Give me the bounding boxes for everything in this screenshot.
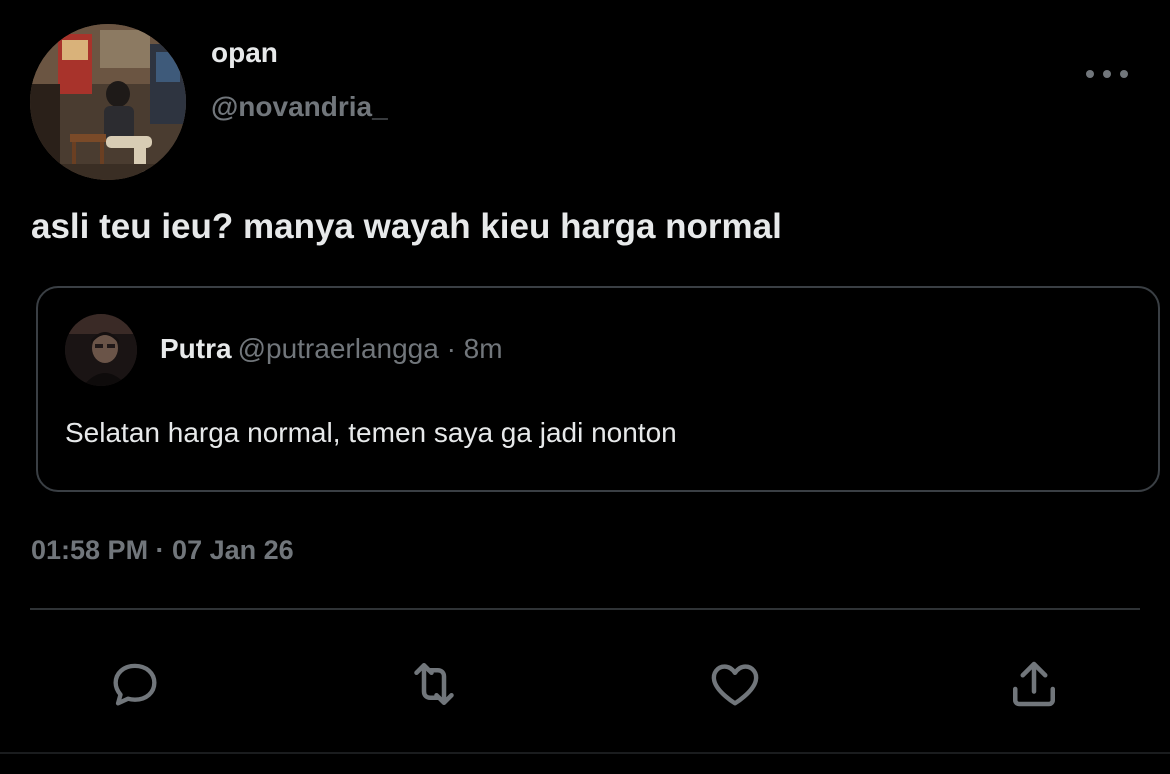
like-icon (711, 664, 759, 706)
quoted-author-name: Putra (160, 333, 232, 364)
author-handle[interactable]: @novandria_ (211, 90, 388, 124)
reply-button[interactable] (105, 654, 165, 714)
quoted-tweet-text: Selatan harga normal, temen saya ga jadi… (65, 417, 677, 448)
author-avatar[interactable] (30, 24, 186, 180)
author-display-name[interactable]: opan (211, 36, 278, 70)
share-button[interactable] (1004, 654, 1064, 714)
tweet-timestamp[interactable]: 01:58 PM · 07 Jan 26 (31, 533, 294, 567)
more-options-icon[interactable] (1086, 62, 1128, 86)
quoted-avatar-photo (65, 314, 137, 386)
quoted-tweet-card[interactable]: Putra @putraerlangga · 8m Selatan harga n… (36, 286, 1160, 492)
avatar-photo (30, 24, 186, 180)
reply-icon (113, 663, 157, 706)
more-dot (1120, 70, 1128, 78)
tweet-text: asli teu ieu? manya wayah kieu harga nor… (31, 207, 782, 246)
quoted-author-avatar (65, 314, 137, 386)
bottom-divider (0, 752, 1170, 754)
more-dot (1103, 70, 1111, 78)
retweet-button[interactable] (404, 654, 464, 714)
share-icon (1013, 661, 1055, 707)
like-button[interactable] (705, 654, 765, 714)
retweet-icon (414, 663, 454, 705)
quoted-tweet-header: Putra @putraerlangga · 8m (160, 332, 503, 366)
divider (30, 608, 1140, 610)
quoted-author-meta: @putraerlangga · 8m (237, 333, 503, 364)
more-dot (1086, 70, 1094, 78)
